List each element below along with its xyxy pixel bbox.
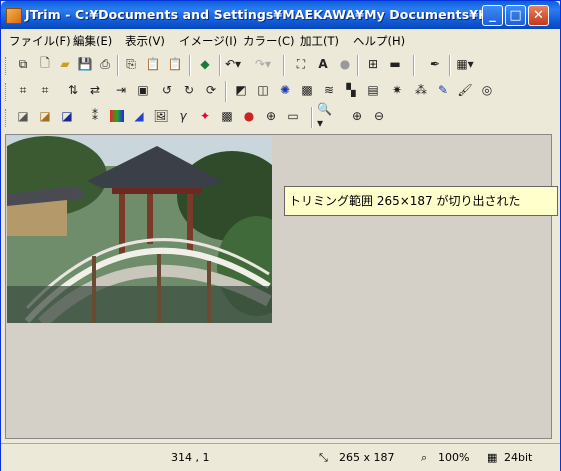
toolbar-transform: ⌗ ⌗ ⇅ ⇄ ⇥ ▣ ↺ ↻ ⟳ ◩ ◫ ✺ ▩ ≋ ▚ ▤ ✷ ⁂ ✎ 🖌 … [3, 79, 559, 105]
maximize-icon: □ [509, 8, 522, 23]
menu-image[interactable]: イメージ(I) [179, 33, 237, 49]
save-icon[interactable]: 💾 [77, 56, 93, 72]
shade-icon[interactable]: ◫ [255, 82, 271, 98]
fill-icon[interactable]: ◆ [197, 56, 213, 72]
noise-icon[interactable]: ⁂ [413, 82, 429, 98]
close-icon: ✕ [533, 8, 544, 23]
annotation-callout: トリミング範囲 265×187 が切り出された [284, 186, 558, 216]
toolbar-grip[interactable] [5, 83, 9, 101]
toolbar-grip[interactable] [5, 57, 9, 75]
toolbar-separator [413, 55, 415, 76]
bar-icon[interactable]: ▬ [387, 56, 403, 72]
rotate-icon[interactable]: ⟳ [203, 82, 219, 98]
sharpen-icon[interactable]: ⁑ [87, 108, 103, 124]
toolbar-separator [311, 107, 313, 128]
flip-horizontal-icon[interactable]: ⇄ [87, 82, 103, 98]
menu-help[interactable]: ヘルプ(H) [353, 33, 405, 49]
capture-icon[interactable]: ⧉ [15, 56, 31, 72]
copy-icon[interactable]: ⎘ [123, 56, 139, 72]
toolbar-separator [449, 55, 451, 76]
image-canvas-area[interactable] [5, 134, 552, 439]
menu-process[interactable]: 加工(T) [300, 33, 339, 49]
bitdepth-icon: ▦ [487, 451, 498, 464]
menu-bar: ファイル(F) 編集(E) 表示(V) イメージ(I) カラー(C) 加工(T)… [1, 29, 560, 51]
print-icon[interactable]: ⎙ [97, 56, 113, 72]
trim-icon[interactable]: ⌗ [37, 82, 53, 98]
rotate-90-right-icon[interactable]: ↻ [181, 82, 197, 98]
menu-color[interactable]: カラー(C) [243, 33, 295, 49]
open-folder-icon[interactable]: ▰ [57, 56, 73, 72]
eyedropper-icon[interactable]: ✒ [427, 56, 443, 72]
gradient-icon[interactable]: ◢ [131, 108, 147, 124]
spark-icon[interactable]: ✷ [389, 82, 405, 98]
toolbar-main: ⧉ 🗋 ▰ 💾 ⎙ ⎘ 📋 📋 ◆ ↶▾ ↷▾ ⛶ A ● ⊞ ▬ ✒ ▦▾ [3, 53, 559, 79]
frame-icon[interactable]: ▣ [135, 82, 151, 98]
text-icon[interactable]: A [315, 56, 331, 72]
size-icon: ⤡ [319, 451, 328, 464]
toolbar-separator [189, 55, 191, 76]
spiral-icon[interactable]: ◎ [479, 82, 495, 98]
invert-icon[interactable]: ◪ [59, 108, 75, 124]
gamma-icon[interactable]: γ [175, 108, 191, 124]
fit-window-icon[interactable]: ⛶ [293, 56, 309, 72]
zoom-in-icon[interactable]: ⊕ [349, 108, 365, 124]
paste-new-icon[interactable]: 📋 [167, 56, 183, 72]
menu-view[interactable]: 表示(V) [125, 33, 165, 49]
circle-icon[interactable]: ● [337, 56, 353, 72]
toolbar-separator [283, 55, 285, 76]
color-bars-icon[interactable] [109, 108, 125, 124]
wave-icon[interactable]: ≋ [321, 82, 337, 98]
brush-icon[interactable]: 🖌 [457, 82, 473, 98]
xor-icon[interactable]: ⊕ [263, 108, 279, 124]
close-button[interactable]: ✕ [528, 5, 549, 26]
zoom-out-icon[interactable]: ⊖ [371, 108, 387, 124]
halftone-icon[interactable]: ▩ [299, 82, 315, 98]
rgb-icon[interactable]: ● [241, 108, 257, 124]
cropped-image[interactable] [7, 136, 272, 323]
flip-vertical-icon[interactable]: ⇅ [65, 82, 81, 98]
mosaic-icon[interactable]: ▚ [343, 82, 359, 98]
app-window: JTrim - C:¥Documents and Settings¥MAEKAW… [0, 0, 561, 471]
image-icon[interactable]: 🖼 [153, 108, 169, 124]
maximize-button[interactable]: □ [505, 5, 526, 26]
toolbar-separator [357, 55, 359, 76]
new-file-icon[interactable]: 🗋 [37, 56, 53, 72]
levels-icon[interactable]: ▭ [285, 108, 301, 124]
palette-icon[interactable]: ▦▾ [456, 56, 473, 72]
title-bar[interactable]: JTrim - C:¥Documents and Settings¥MAEKAW… [1, 1, 560, 29]
burst-icon[interactable]: ✺ [277, 82, 293, 98]
toolbar-separator [225, 81, 227, 102]
cursor-coordinates: 314 , 1 [171, 451, 210, 464]
shadow-icon[interactable]: ◩ [233, 82, 249, 98]
color-balance-icon[interactable]: ✦ [197, 108, 213, 124]
toolbar-grip[interactable] [5, 109, 9, 127]
minimize-icon: _ [489, 8, 496, 23]
toolbar-separator [219, 55, 221, 76]
zoom-menu-icon[interactable]: 🔍▾ [317, 102, 333, 130]
crop-icon[interactable]: ⌗ [15, 82, 31, 98]
sepia-icon[interactable]: ◪ [37, 108, 53, 124]
image-size: 265 x 187 [339, 451, 395, 464]
checker-icon[interactable]: ▩ [219, 108, 235, 124]
toolbar-color: ◪ ◪ ◪ ⁑ ◢ 🖼 γ ✦ ▩ ● ⊕ ▭ 🔍▾ ⊕ ⊖ [3, 102, 559, 131]
grayscale-icon[interactable]: ◪ [15, 108, 31, 124]
redo-icon[interactable]: ↷▾ [255, 56, 271, 72]
toolbar-separator [117, 55, 119, 76]
menu-edit[interactable]: 編集(E) [73, 33, 112, 49]
resize-icon[interactable]: ⇥ [113, 82, 129, 98]
grid-icon[interactable]: ⊞ [365, 56, 381, 72]
brick-icon[interactable]: ▤ [365, 82, 381, 98]
window-title: JTrim - C:¥Documents and Settings¥MAEKAW… [25, 7, 503, 22]
bit-depth: 24bit [504, 451, 533, 464]
rotate-90-left-icon[interactable]: ↺ [159, 82, 175, 98]
app-icon[interactable] [6, 8, 22, 24]
zoom-level: 100% [438, 451, 470, 464]
menu-file[interactable]: ファイル(F) [9, 33, 71, 49]
minimize-button[interactable]: _ [482, 5, 503, 26]
zoom-icon: ⌕ [421, 451, 428, 464]
paste-icon[interactable]: 📋 [145, 56, 161, 72]
pencil-icon[interactable]: ✎ [435, 82, 451, 98]
status-bar: 314 , 1 ⤡ 265 x 187 ⌕ 100% ▦ 24bit [1, 443, 560, 471]
undo-icon[interactable]: ↶▾ [225, 56, 241, 72]
